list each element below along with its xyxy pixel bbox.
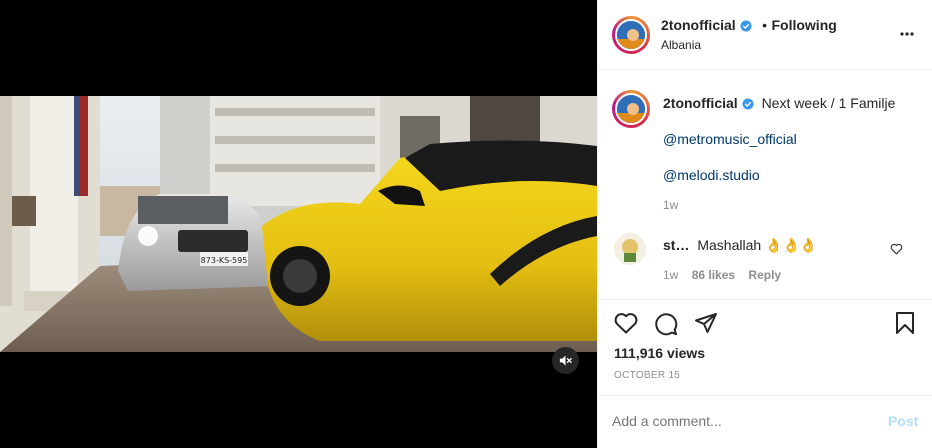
verified-badge-icon [740, 20, 752, 32]
commenter-avatar-image [614, 233, 646, 265]
header-user-row: 2tonofficial • Following [661, 17, 837, 35]
post-side-panel: 2tonofficial • Following Albania 2tonoff… [597, 0, 932, 448]
comment-meta: 1w 86 likes Reply [663, 268, 781, 282]
post-date[interactable]: OCTOBER 15 [614, 370, 680, 381]
caption-text-row: 2tonofficial Next week / 1 Familje [663, 95, 895, 111]
post-comment-button[interactable]: Post [888, 413, 918, 429]
caption-username[interactable]: 2tonofficial [663, 95, 738, 111]
comment-bubble-icon[interactable] [654, 312, 678, 336]
following-button[interactable]: Following [771, 17, 836, 33]
share-paper-plane-icon[interactable] [694, 312, 718, 334]
instagram-post-modal: 873-KS-595 2tonofficial • Following Alba… [0, 0, 932, 448]
location-link[interactable]: Albania [661, 38, 701, 52]
caption-verified-badge-icon [742, 98, 754, 110]
caption-text: Next week / 1 Familje [761, 95, 896, 111]
video-player[interactable]: 873-KS-595 [0, 0, 597, 448]
more-horizontal-icon[interactable] [899, 31, 915, 37]
add-comment-input[interactable] [612, 410, 862, 432]
license-plate: 873-KS-595 [201, 256, 248, 265]
video-still-image: 873-KS-595 [0, 96, 597, 352]
speaker-muted-icon [559, 355, 572, 366]
follow-separator: • [762, 17, 768, 33]
comment-composer: Post [598, 395, 932, 448]
comment-likes[interactable]: 86 likes [692, 268, 735, 282]
post-header: 2tonofficial • Following Albania [598, 0, 932, 70]
reply-button[interactable]: Reply [748, 268, 781, 282]
commenter-avatar[interactable] [614, 233, 646, 265]
mention-melodi[interactable]: @melodi.studio [663, 167, 760, 183]
commenter-username[interactable]: st… [663, 237, 689, 253]
comment-text: Mashallah 👌👌👌 [697, 237, 818, 253]
caption-timestamp[interactable]: 1w [663, 198, 678, 212]
header-username[interactable]: 2tonofficial [661, 17, 736, 33]
comments-area: 2tonofficial Next week / 1 Familje @metr… [598, 70, 932, 300]
save-bookmark-icon[interactable] [894, 311, 916, 335]
mention-metromusic[interactable]: @metromusic_official [663, 131, 797, 147]
avatar[interactable] [615, 19, 647, 51]
comment-text-row: st… Mashallah 👌👌👌 [663, 237, 817, 254]
view-count[interactable]: 111,916 views [614, 345, 705, 361]
comment-time[interactable]: 1w [663, 268, 678, 282]
video-frame[interactable]: 873-KS-595 [0, 96, 597, 352]
like-heart-icon[interactable] [614, 312, 638, 334]
comment-like-heart-icon[interactable] [890, 243, 903, 255]
caption-avatar[interactable] [615, 93, 647, 125]
unmute-button[interactable] [552, 347, 579, 374]
